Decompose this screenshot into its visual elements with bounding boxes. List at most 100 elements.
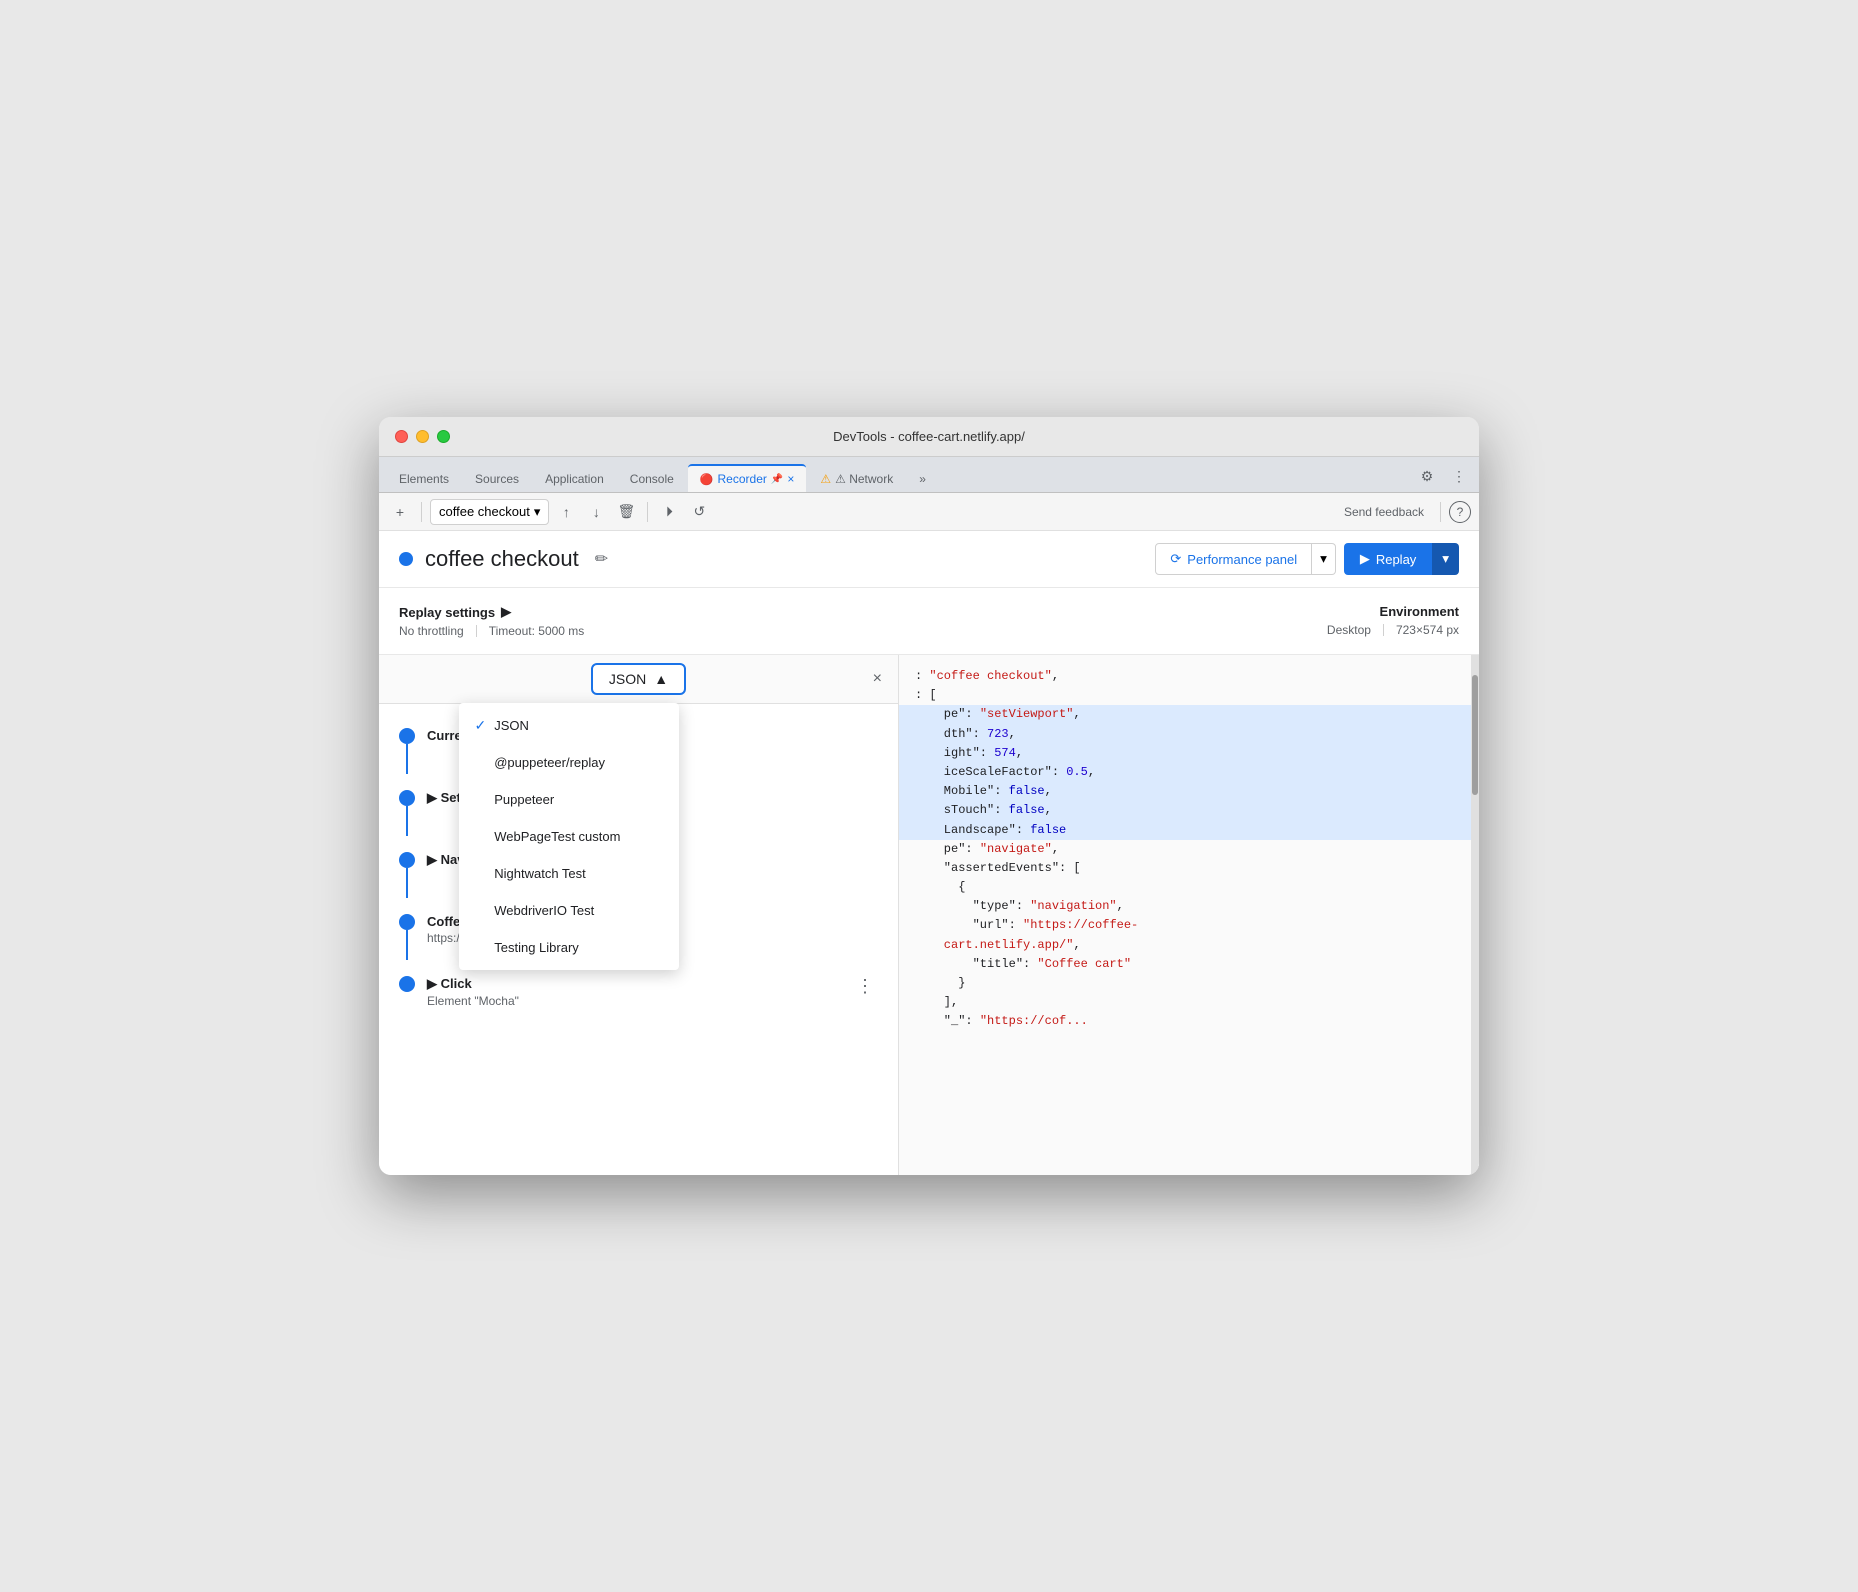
more-vert-icon: ⋮ <box>1452 468 1466 485</box>
dropdown-item-nightwatch[interactable]: ✓ Nightwatch Test <box>459 855 679 892</box>
perf-panel-group: ⟳ Performance panel ▾ <box>1155 543 1335 575</box>
step-timeline-1 <box>399 790 415 836</box>
step-sublabel-click: Element "Mocha" <box>427 994 852 1008</box>
step-click[interactable]: ▶ Click Element "Mocha" ⋮ <box>379 968 898 1024</box>
maximize-button[interactable] <box>437 430 450 443</box>
steps-panel: JSON ▲ × ✓ JSON ✓ @puppeteer/replay <box>379 655 899 1175</box>
settings-arrow-icon: ▶ <box>501 604 511 620</box>
dropdown-item-puppeteer-replay[interactable]: ✓ @puppeteer/replay <box>459 744 679 781</box>
step-more-button-click[interactable]: ⋮ <box>852 976 878 997</box>
step-play-button[interactable]: ⏵ <box>656 499 682 525</box>
json-dropdown-bar: JSON ▲ × ✓ JSON ✓ @puppeteer/replay <box>379 655 898 704</box>
edit-title-icon[interactable]: ✏ <box>595 549 608 569</box>
recorder-close-icon[interactable]: × <box>787 472 794 486</box>
recording-indicator <box>399 552 413 566</box>
expand-navigate-icon: ▶ <box>427 852 441 867</box>
scrollbar-thumb[interactable] <box>1472 675 1478 795</box>
json-label: JSON <box>609 671 646 687</box>
step-content-4: ▶ Click Element "Mocha" <box>427 976 852 1016</box>
dropdown-webdriverio-label: WebdriverIO Test <box>494 903 594 918</box>
replay-settings: Replay settings ▶ No throttling Timeout:… <box>399 604 1307 638</box>
content-area: JSON ▲ × ✓ JSON ✓ @puppeteer/replay <box>379 655 1479 1175</box>
recording-title: coffee checkout <box>425 546 579 572</box>
send-feedback-button[interactable]: Send feedback <box>1336 501 1432 523</box>
tab-console[interactable]: Console <box>618 466 686 492</box>
step-dot-0 <box>399 728 415 744</box>
step-timeline-4 <box>399 976 415 992</box>
code-line-0: : "coffee checkout", <box>915 667 1463 686</box>
replay-settings-toggle[interactable]: Replay settings ▶ <box>399 604 1307 620</box>
delete-button[interactable]: 🗑 <box>613 499 639 525</box>
environment-title: Environment <box>1327 604 1459 619</box>
slow-icon: ↺ <box>693 503 705 520</box>
dropdown-item-puppeteer[interactable]: ✓ Puppeteer <box>459 781 679 818</box>
json-arrow-up-icon: ▲ <box>654 671 668 687</box>
step-timeline-2 <box>399 852 415 898</box>
recording-selector[interactable]: coffee checkout ▾ <box>430 499 549 525</box>
toolbar-divider-3 <box>1440 502 1441 522</box>
check-json-icon: ✓ <box>475 717 487 734</box>
titlebar: DevTools - coffee-cart.netlify.app/ <box>379 417 1479 457</box>
code-line-16: } <box>915 974 1463 993</box>
tab-controls: ⚙ ⋮ <box>1415 464 1471 492</box>
format-dropdown-menu: ✓ JSON ✓ @puppeteer/replay ✓ Puppeteer <box>459 703 679 970</box>
dropdown-webpagetest-label: WebPageTest custom <box>494 829 620 844</box>
header-controls: ⟳ Performance panel ▾ ▶ Replay ▾ <box>1155 543 1459 575</box>
tab-elements[interactable]: Elements <box>387 466 461 492</box>
minimize-button[interactable] <box>416 430 429 443</box>
recorder-pin-icon: 📌 <box>771 474 783 485</box>
json-format-button[interactable]: JSON ▲ <box>591 663 686 695</box>
export-button[interactable]: ↑ <box>553 499 579 525</box>
dropdown-item-json[interactable]: ✓ JSON <box>459 707 679 744</box>
play-icon: ▶ <box>1360 551 1370 567</box>
dropdown-item-webpagetest[interactable]: ✓ WebPageTest custom <box>459 818 679 855</box>
tab-sources[interactable]: Sources <box>463 466 531 492</box>
tab-more[interactable]: » <box>907 466 938 492</box>
replay-arrow-button[interactable]: ▾ <box>1432 543 1459 575</box>
performance-panel-button[interactable]: ⟳ Performance panel <box>1155 543 1312 575</box>
expand-click-icon: ▶ <box>427 976 441 991</box>
settings-info: No throttling Timeout: 5000 ms <box>399 624 1307 638</box>
tab-network[interactable]: ⚠ ⚠ Network <box>808 466 905 492</box>
code-line-17: ], <box>915 993 1463 1012</box>
tab-recorder[interactable]: 🔴 Recorder 📌 × <box>688 464 807 492</box>
step-dot-4 <box>399 976 415 992</box>
tab-application[interactable]: Application <box>533 466 616 492</box>
replay-group: ▶ Replay ▾ <box>1344 543 1459 575</box>
toolbar-divider-2 <box>647 502 648 522</box>
dropdown-item-testing-library[interactable]: ✓ Testing Library <box>459 929 679 966</box>
code-line-13: "url": "https://coffee- <box>915 916 1463 935</box>
step-timeline-3 <box>399 914 415 960</box>
more-menu-button[interactable]: ⋮ <box>1447 464 1471 488</box>
code-line-14: cart.netlify.app/", <box>915 936 1463 955</box>
expand-viewport-icon: ▶ <box>427 790 441 805</box>
main-content: coffee checkout ✏ ⟳ Performance panel ▾ … <box>379 531 1479 1175</box>
close-panel-button[interactable]: × <box>873 670 882 688</box>
secondary-toolbar: + coffee checkout ▾ ↑ ↓ 🗑 ⏵ ↺ Send feedb… <box>379 493 1479 531</box>
code-panel: : "coffee checkout", : [ pe": "setViewpo… <box>899 655 1479 1175</box>
help-button[interactable]: ? <box>1449 501 1471 523</box>
replay-button[interactable]: ▶ Replay <box>1344 543 1432 575</box>
environment-settings: Environment Desktop 723×574 px <box>1327 604 1459 638</box>
add-recording-button[interactable]: + <box>387 499 413 525</box>
gear-icon: ⚙ <box>1421 468 1434 485</box>
slow-replay-button[interactable]: ↺ <box>686 499 712 525</box>
step-dot-2 <box>399 852 415 868</box>
perf-panel-arrow-button[interactable]: ▾ <box>1312 543 1336 575</box>
step-line-2 <box>406 868 408 898</box>
chevron-down-replay-icon: ▾ <box>1442 551 1449 566</box>
settings-button[interactable]: ⚙ <box>1415 464 1439 488</box>
code-line-6: Mobile": false, <box>899 782 1479 801</box>
browser-window: DevTools - coffee-cart.netlify.app/ Elem… <box>379 417 1479 1175</box>
dropdown-item-webdriverio[interactable]: ✓ WebdriverIO Test <box>459 892 679 929</box>
scrollbar[interactable] <box>1471 655 1479 1175</box>
chevron-down-icon: ▾ <box>534 504 541 520</box>
window-title: DevTools - coffee-cart.netlify.app/ <box>833 429 1025 444</box>
import-button[interactable]: ↓ <box>583 499 609 525</box>
trash-icon: 🗑 <box>617 503 635 520</box>
traffic-lights <box>395 430 450 443</box>
recorder-icon: 🔴 <box>700 473 714 486</box>
perf-icon: ⟳ <box>1170 551 1181 567</box>
code-line-12: "type": "navigation", <box>915 897 1463 916</box>
close-button[interactable] <box>395 430 408 443</box>
